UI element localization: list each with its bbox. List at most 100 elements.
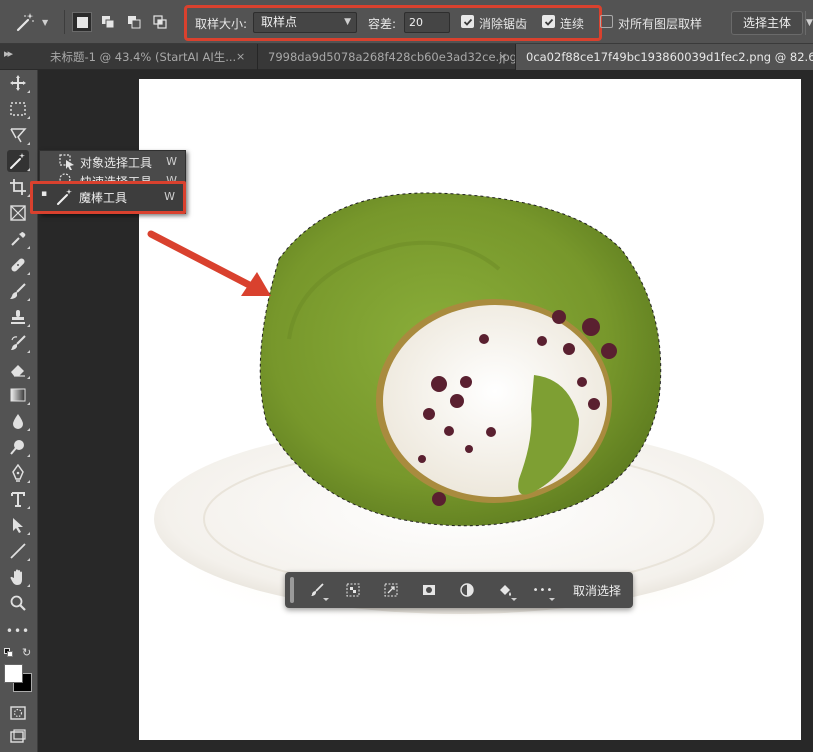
frame-tool[interactable] (7, 202, 29, 224)
submenu-indicator (27, 584, 30, 587)
subtract-from-selection-button[interactable] (124, 12, 144, 32)
tools-panel: ••• ↻ (0, 70, 38, 752)
contextual-task-bar: ••• 取消选择 (285, 572, 633, 608)
fill-selection-button[interactable] (493, 579, 517, 601)
select-subject-button[interactable]: 选择主体 (731, 11, 803, 35)
tab-label: 0ca02f88ce17f49bc193860039d1fec2.png @ 8… (526, 50, 813, 64)
tolerance-input[interactable]: 20 (404, 12, 450, 33)
add-selection-icon (102, 16, 115, 29)
magic-wand-icon (57, 189, 72, 205)
add-to-selection-button[interactable] (98, 12, 118, 32)
select-subject-dropdown[interactable]: ▼ (805, 11, 813, 35)
history-brush-tool[interactable] (7, 332, 30, 354)
submenu-indicator (27, 558, 30, 561)
brush-icon (10, 283, 26, 299)
submenu-indicator (27, 506, 30, 509)
submenu-indicator (27, 272, 30, 275)
quick-mask-button[interactable] (7, 702, 29, 724)
intersect-selection-icon (153, 15, 167, 29)
gradient-icon (10, 388, 26, 402)
magic-wand-icon (16, 13, 34, 32)
foreground-color-swatch[interactable] (4, 664, 23, 683)
checkmark-icon (463, 18, 472, 26)
tab-document-3[interactable]: 0ca02f88ce17f49bc193860039d1fec2.png @ 8… (516, 44, 813, 70)
collapse-panels-icon[interactable]: ▸▸ (4, 47, 13, 60)
eyedropper-tool[interactable] (7, 228, 30, 250)
clone-stamp-tool[interactable] (7, 306, 30, 328)
submenu-indicator (27, 428, 30, 431)
hand-icon (10, 569, 22, 585)
water-drop-icon (13, 414, 23, 429)
tab-label: 7998da9d5078a268f428cb60e3ad32ce.jpg (268, 50, 516, 64)
healing-brush-tool[interactable] (7, 254, 30, 276)
marquee-tool[interactable] (7, 98, 30, 120)
pen-tool[interactable] (7, 462, 30, 484)
drag-handle-icon[interactable] (290, 577, 294, 603)
bandage-icon (11, 258, 25, 272)
anti-alias-checkbox[interactable] (461, 15, 474, 28)
submenu-indicator (27, 168, 30, 171)
magic-wand-tool[interactable] (7, 150, 30, 172)
close-icon[interactable]: × (236, 44, 245, 70)
eyedropper-icon (11, 232, 26, 246)
separator (64, 10, 65, 34)
path-selection-tool[interactable] (7, 514, 30, 536)
flyout-item-magic-wand[interactable]: ▪ 魔棒工具 W (30, 181, 186, 214)
submenu-indicator (27, 324, 30, 327)
type-tool[interactable] (7, 488, 30, 510)
submenu-indicator (27, 116, 30, 119)
contiguous-checkbox[interactable] (542, 15, 555, 28)
line-icon (10, 543, 26, 559)
more-icon: ••• (532, 584, 554, 596)
transform-selection-button[interactable] (379, 579, 403, 601)
sample-size-select[interactable]: 取样点 ▼ (253, 12, 357, 33)
options-bar: ▼ 取样大小: 取样点 ▼ 容差: 20 消除锯齿 连续 对所有图层取样 选择主… (0, 0, 813, 44)
submenu-indicator (27, 90, 30, 93)
document-canvas[interactable] (139, 79, 801, 740)
tab-document-1[interactable]: 未标题-1 @ 43.4% (StartAI AI生... × (40, 44, 258, 70)
deselect-button[interactable]: 取消选择 (573, 582, 621, 599)
new-selection-button[interactable] (72, 12, 92, 32)
gradient-tool[interactable] (7, 384, 30, 406)
edit-toolbar-button[interactable]: ••• (5, 620, 31, 642)
submenu-indicator (27, 142, 30, 145)
eraser-tool[interactable] (7, 358, 30, 380)
photoshop-window: ▼ 取样大小: 取样点 ▼ 容差: 20 消除锯齿 连续 对所有图层取样 选择主… (0, 0, 813, 752)
line-tool[interactable] (7, 540, 30, 562)
submenu-indicator (27, 298, 30, 301)
invert-selection-button[interactable] (341, 579, 365, 601)
dodge-icon (10, 440, 24, 455)
submenu-indicator (27, 532, 30, 535)
magic-wand-icon (10, 153, 25, 169)
reset-colors-icon[interactable] (4, 648, 14, 658)
tab-document-2[interactable]: 7998da9d5078a268f428cb60e3ad32ce.jpg × (258, 44, 516, 70)
swap-colors-icon[interactable]: ↻ (22, 646, 31, 659)
brush-tool[interactable] (7, 280, 30, 302)
object-selection-icon (59, 154, 74, 170)
move-tool[interactable] (7, 72, 30, 94)
anti-alias-label: 消除锯齿 (479, 17, 528, 31)
stamp-icon (11, 310, 25, 324)
add-mask-button[interactable] (417, 579, 441, 601)
close-icon[interactable]: × (498, 44, 507, 70)
move-icon (10, 75, 26, 91)
lasso-tool[interactable] (7, 124, 30, 146)
annotation-arrow-icon (147, 230, 271, 296)
chevron-down-icon (323, 598, 329, 601)
flyout-item-label: 魔棒工具 (79, 191, 128, 205)
hand-tool[interactable] (7, 566, 30, 588)
adjustment-layer-button[interactable] (455, 579, 479, 601)
more-tools-icon: ••• (5, 624, 31, 638)
submenu-indicator (27, 376, 30, 379)
more-options-button[interactable]: ••• (531, 579, 555, 601)
dodge-tool[interactable] (7, 436, 30, 458)
subtract-selection-icon (128, 16, 141, 29)
modify-selection-button[interactable] (305, 579, 329, 601)
zoom-tool[interactable] (7, 592, 29, 614)
screen-mode-button[interactable] (7, 726, 29, 748)
tool-preset-picker[interactable]: ▼ (14, 10, 56, 34)
sample-all-layers-checkbox[interactable] (600, 15, 613, 28)
crop-tool[interactable] (7, 176, 30, 198)
blur-tool[interactable] (7, 410, 30, 432)
intersect-selection-button[interactable] (150, 12, 170, 32)
